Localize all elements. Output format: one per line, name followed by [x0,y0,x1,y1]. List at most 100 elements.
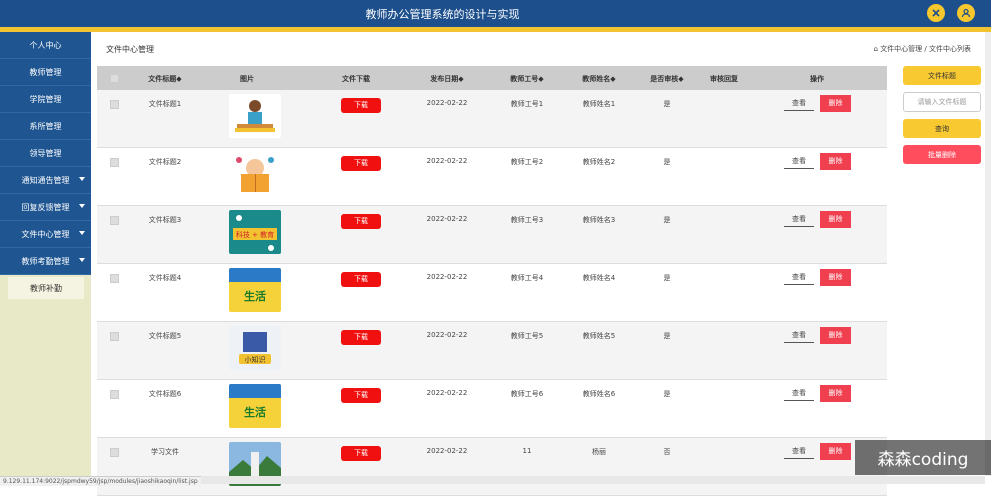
row-checkbox[interactable] [110,332,119,341]
view-button[interactable]: 查看 [784,386,814,401]
row-checkbox[interactable] [110,158,119,167]
file-thumbnail: 科技 + 教育 [229,210,281,256]
sidebar-item[interactable]: 领导管理 [0,140,91,167]
breadcrumb-text: 文件中心管理 / 文件中心列表 [880,45,971,53]
download-button[interactable]: 下载 [341,156,381,171]
sidebar-item[interactable]: 系所管理 [0,113,91,140]
chevron-down-icon [79,177,85,181]
row-checkbox[interactable] [110,390,119,399]
teacher-id: 教师工号2 [510,158,544,166]
header-teacher-id[interactable]: 教师工号◆ [497,74,557,84]
file-thumbnail [229,152,281,198]
row-checkbox[interactable] [110,274,119,283]
file-table: 文件标题◆ 图片 文件下载 发布日期◆ 教师工号◆ 教师姓名◆ 是否审核◆ 审核… [97,66,887,496]
delete-button[interactable]: 删除 [820,443,851,460]
table-row: 文件标题5 小知识 下载 2022-02-22 教师工号5 教师姓名5 是 查看 删除 [97,322,887,380]
view-button[interactable]: 查看 [784,270,814,285]
svg-text:生活: 生活 [244,289,266,303]
close-circle-icon[interactable] [927,4,945,22]
teacher-name: 教师姓名2 [582,158,616,166]
reviewed-status: 是 [663,390,671,398]
sidebar-item[interactable]: 教师管理 [0,59,91,86]
delete-button[interactable]: 删除 [820,95,851,112]
teacher-name: 教师姓名5 [582,332,616,340]
file-title: 文件标题6 [148,390,182,398]
sidebar-item[interactable]: 通知通告管理 [0,167,91,194]
table-row: 文件标题2 下载 2022-02-22 教师工号2 教师姓名2 是 查看 删除 [97,148,887,206]
header-title[interactable]: 文件标题◆ [135,74,195,84]
svg-text:科技 + 教育: 科技 + 教育 [236,230,274,239]
delete-button[interactable]: 删除 [820,153,851,170]
home-icon[interactable]: ⌂ [874,45,878,53]
teacher-name: 教师姓名4 [582,274,616,282]
sidebar-item[interactable]: 个人中心 [0,32,91,59]
view-button[interactable]: 查看 [784,96,814,111]
table-row: 文件标题6 生活 下载 2022-02-22 教师工号6 教师姓名6 是 查看 删除 [97,380,887,438]
publish-date: 2022-02-22 [426,273,468,281]
teacher-name: 教师姓名1 [582,100,616,108]
table-row: 文件标题4 生活 下载 2022-02-22 教师工号4 教师姓名4 是 查看 删除 [97,264,887,322]
download-button[interactable]: 下载 [341,98,381,113]
row-checkbox[interactable] [110,100,119,109]
vertical-scrollbar[interactable] [985,32,991,476]
view-button[interactable]: 查看 [784,154,814,169]
sidebar-item[interactable]: 教师考勤管理 [0,248,91,275]
query-button[interactable]: 查询 [903,119,981,138]
view-button[interactable]: 查看 [784,444,814,459]
filter-panel: 文件标题 请输入文件标题 查询 批量删除 [903,66,981,171]
page-title: 文件中心管理 [106,45,154,54]
app-title: 教师办公管理系统的设计与实现 [365,8,520,21]
view-button[interactable]: 查看 [784,212,814,227]
search-input[interactable]: 请输入文件标题 [903,92,981,112]
table-row: 文件标题3 科技 + 教育 下载 2022-02-22 教师工号3 教师姓名3 是 查看 删除 [97,206,887,264]
sidebar-subitem-attendance-makeup[interactable]: 教师补勤 [8,277,84,299]
reviewed-status: 是 [663,216,671,224]
sidebar-item[interactable]: 文件中心管理 [0,221,91,248]
header-actions: 操作 [810,75,824,83]
reviewed-status: 是 [663,332,671,340]
file-title: 文件标题3 [148,216,182,224]
chevron-down-icon [79,231,85,235]
reviewed-status: 是 [663,158,671,166]
svg-text:生活: 生活 [244,405,266,419]
sidebar-item[interactable]: 学院管理 [0,86,91,113]
file-title: 学习文件 [151,448,179,456]
row-checkbox[interactable] [110,448,119,457]
table-row: 文件标题1 下载 2022-02-22 教师工号1 教师姓名1 是 查看 删除 [97,90,887,148]
sidebar-subitem-label: 教师补勤 [30,283,62,293]
teacher-id: 教师工号4 [510,274,544,282]
download-button[interactable]: 下载 [341,388,381,403]
reviewed-status: 是 [663,100,671,108]
main-content: 文件中心管理 ⌂ 文件中心管理 / 文件中心列表 文件标题◆ 图片 文件下载 发… [91,32,991,496]
header-teacher-name[interactable]: 教师姓名◆ [569,74,629,84]
reviewed-status: 否 [663,448,671,456]
file-title: 文件标题5 [148,332,182,340]
filter-label-button[interactable]: 文件标题 [903,66,981,85]
header-date[interactable]: 发布日期◆ [417,74,477,84]
teacher-id: 教师工号3 [510,216,544,224]
view-button[interactable]: 查看 [784,328,814,343]
teacher-id: 11 [522,447,532,455]
chevron-down-icon [79,204,85,208]
teacher-name: 杨丽 [592,448,606,456]
download-button[interactable]: 下载 [341,214,381,229]
download-button[interactable]: 下载 [341,330,381,345]
sidebar-item[interactable]: 回复反馈管理 [0,194,91,221]
delete-button[interactable]: 删除 [820,327,851,344]
publish-date: 2022-02-22 [426,389,468,397]
row-checkbox[interactable] [110,216,119,225]
user-icon[interactable] [957,4,975,22]
publish-date: 2022-02-22 [426,331,468,339]
horizontal-scrollbar[interactable] [95,476,985,484]
delete-button[interactable]: 删除 [820,269,851,286]
header-reviewed[interactable]: 是否审核◆ [637,74,697,84]
download-button[interactable]: 下载 [341,272,381,287]
delete-button[interactable]: 删除 [820,385,851,402]
select-all-checkbox[interactable] [110,74,119,83]
batch-delete-button[interactable]: 批量删除 [903,145,981,164]
file-title: 文件标题4 [148,274,182,282]
sidebar-menu: 个人中心 教师管理 学院管理 系所管理 领导管理 通知通告管理 回复反馈管理文件中心管理教师… [0,32,91,275]
download-button[interactable]: 下载 [341,446,381,461]
delete-button[interactable]: 删除 [820,211,851,228]
sidebar-item-label: 文件中心管理 [21,229,70,239]
